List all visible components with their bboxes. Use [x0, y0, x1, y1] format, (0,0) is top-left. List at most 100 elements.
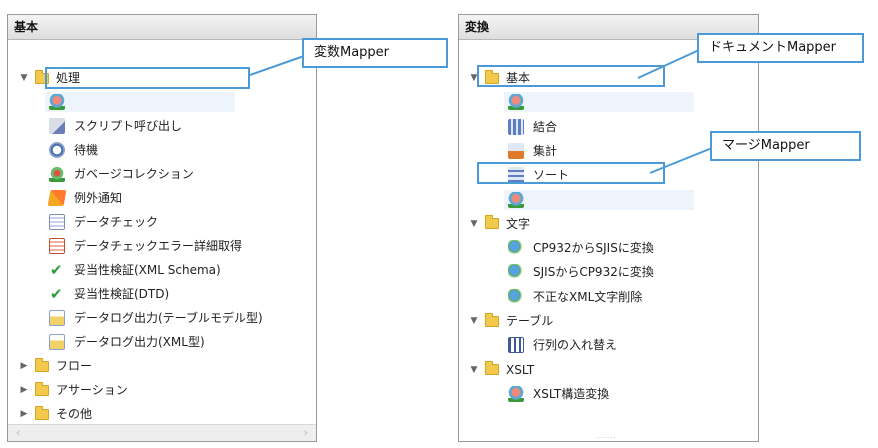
tree-item[interactable]: CP932からSJISに変換 — [508, 237, 654, 259]
folder-icon — [35, 381, 49, 396]
tree-folder[interactable]: ▶ その他 — [17, 403, 92, 425]
checkmark-icon — [49, 283, 65, 305]
tree-folder[interactable]: ▶ フロー — [17, 355, 92, 377]
mapper-icon — [508, 94, 524, 111]
left-palette-panel: 基本 ▼ 処理変数代入スクリプト呼び出し待機ガベージコレクション例外通知データチェ… — [7, 14, 317, 442]
tree-item[interactable]: 妥当性検証(XML Schema) — [49, 259, 221, 281]
table-transpose-icon — [508, 337, 524, 354]
tree-item[interactable]: 待機 — [49, 139, 98, 161]
tree-item-label: その他 — [56, 407, 93, 421]
callout-variable-mapper: 変数Mapper — [302, 38, 448, 68]
data-check-error-icon — [49, 238, 65, 254]
tree-item-label: XSLT構造変換 — [533, 386, 610, 401]
folder-icon — [35, 405, 49, 420]
tree-item[interactable]: データチェック — [49, 211, 158, 233]
sort-icon — [508, 167, 524, 184]
tree-item[interactable]: スクリプト呼び出し — [49, 115, 182, 137]
tree-item-label: ガベージコレクション — [74, 167, 194, 181]
tree-item[interactable]: 行列の入れ替え — [508, 334, 617, 356]
selection-background — [45, 92, 235, 112]
string-convert-icon — [508, 288, 524, 305]
tree-item[interactable]: データログ出力(テーブルモデル型) — [49, 307, 263, 329]
tree-item-label: データログ出力(XML型) — [74, 335, 205, 349]
tree-item-label: フロー — [56, 359, 93, 373]
tree-item[interactable]: ガベージコレクション — [49, 163, 194, 185]
right-palette-panel: 変換 ▼基本マッピング結合集計ソートマージ▼文字CP932からSJISに変換SJ… — [458, 14, 759, 442]
tree-folder[interactable]: ▼ 基本 — [467, 67, 530, 89]
tree-item-label: 結合 — [533, 119, 558, 134]
collapse-arrow-icon[interactable]: ▶ — [17, 355, 31, 377]
tree-item[interactable]: データチェックエラー詳細取得 — [49, 235, 242, 257]
tree-item[interactable]: 例外通知 — [47, 187, 123, 209]
tree-item-label: SJISからCP932に変換 — [533, 265, 654, 280]
tree-item[interactable]: 不正なXML文字削除 — [508, 286, 642, 308]
tree-item[interactable]: データログ出力(XML型) — [49, 331, 205, 353]
mapper-icon — [49, 94, 65, 110]
tree-item-label: 不正なXML文字削除 — [533, 289, 643, 304]
mapper-icon — [508, 385, 524, 402]
tree-item-label: スクリプト呼び出し — [74, 119, 183, 133]
callout-document-mapper: ドキュメントMapper — [697, 33, 864, 63]
tree-item[interactable]: ソート — [508, 164, 569, 186]
mapper-icon — [508, 191, 524, 208]
expand-arrow-icon[interactable]: ▼ — [467, 67, 481, 89]
recycle-icon — [49, 166, 65, 182]
tree-item-label: 処理 — [56, 71, 81, 85]
folder-icon — [485, 312, 499, 327]
tree-folder[interactable]: ▶ アサーション — [17, 379, 128, 401]
tree-item[interactable]: マージ — [504, 189, 694, 211]
tree-folder[interactable]: ▼ テーブル — [467, 310, 553, 332]
folder-icon — [485, 69, 499, 84]
resize-grip[interactable]: ...... — [598, 432, 617, 440]
tree-item[interactable]: 妥当性検証(DTD) — [49, 283, 169, 305]
tree-item-label: 妥当性検証(XML Schema) — [74, 263, 221, 277]
tree-item-label: ソート — [533, 168, 570, 183]
tree-item-label: 基本 — [506, 71, 531, 85]
expand-arrow-icon[interactable]: ▼ — [467, 310, 481, 332]
callout-merge-mapper: マージMapper — [710, 131, 861, 161]
selection-background — [504, 92, 694, 113]
tree-item[interactable]: 変数代入 — [45, 91, 235, 113]
expand-arrow-icon[interactable]: ▼ — [17, 67, 31, 89]
checkmark-icon — [49, 259, 65, 281]
tree-folder[interactable]: ▼ 処理 — [17, 67, 80, 89]
tree-item-label: テーブル — [506, 314, 554, 328]
scroll-right-arrow[interactable]: › — [304, 426, 308, 439]
aggregate-icon — [508, 142, 524, 159]
tree-item[interactable]: XSLT構造変換 — [508, 383, 609, 405]
folder-icon — [35, 357, 49, 372]
folder-icon — [35, 69, 49, 84]
tree-item-label: アサーション — [56, 383, 128, 397]
horizontal-scrollbar[interactable]: ‹ › — [8, 424, 316, 441]
tree-item-label: 例外通知 — [74, 191, 123, 205]
tree-item-label: 行列の入れ替え — [533, 338, 618, 353]
tree-item-label: 妥当性検証(DTD) — [74, 287, 170, 301]
exception-icon — [47, 190, 67, 206]
left-panel-title: 基本 — [8, 15, 316, 40]
tree-folder[interactable]: ▼ 文字 — [467, 213, 530, 235]
tree-item[interactable]: 集計 — [508, 140, 557, 162]
tree-item-label: データチェックエラー詳細取得 — [74, 239, 243, 253]
tree-item[interactable]: 結合 — [508, 116, 557, 138]
tree-item[interactable]: マッピング — [504, 91, 694, 113]
log-output-icon — [49, 334, 65, 350]
data-check-icon — [49, 214, 65, 230]
tree-folder[interactable]: ▼ XSLT — [467, 359, 534, 381]
log-output-icon — [49, 310, 65, 326]
tree-item-label: 集計 — [533, 143, 558, 158]
tree-item-label: データチェック — [74, 215, 159, 229]
string-convert-icon — [508, 240, 524, 257]
tree-item-label: XSLT — [506, 362, 535, 377]
selection-background — [504, 189, 694, 210]
tree-item-label: CP932からSJISに変換 — [533, 241, 654, 256]
collapse-arrow-icon[interactable]: ▶ — [17, 379, 31, 401]
join-icon — [508, 118, 524, 135]
expand-arrow-icon[interactable]: ▼ — [467, 213, 481, 235]
scroll-left-arrow[interactable]: ‹ — [16, 426, 20, 439]
expand-arrow-icon[interactable]: ▼ — [467, 359, 481, 381]
collapse-arrow-icon[interactable]: ▶ — [17, 403, 31, 425]
script-icon — [49, 118, 65, 134]
tree-item-label: 文字 — [506, 216, 531, 231]
tree-item[interactable]: SJISからCP932に変換 — [508, 261, 654, 283]
string-convert-icon — [508, 264, 524, 281]
